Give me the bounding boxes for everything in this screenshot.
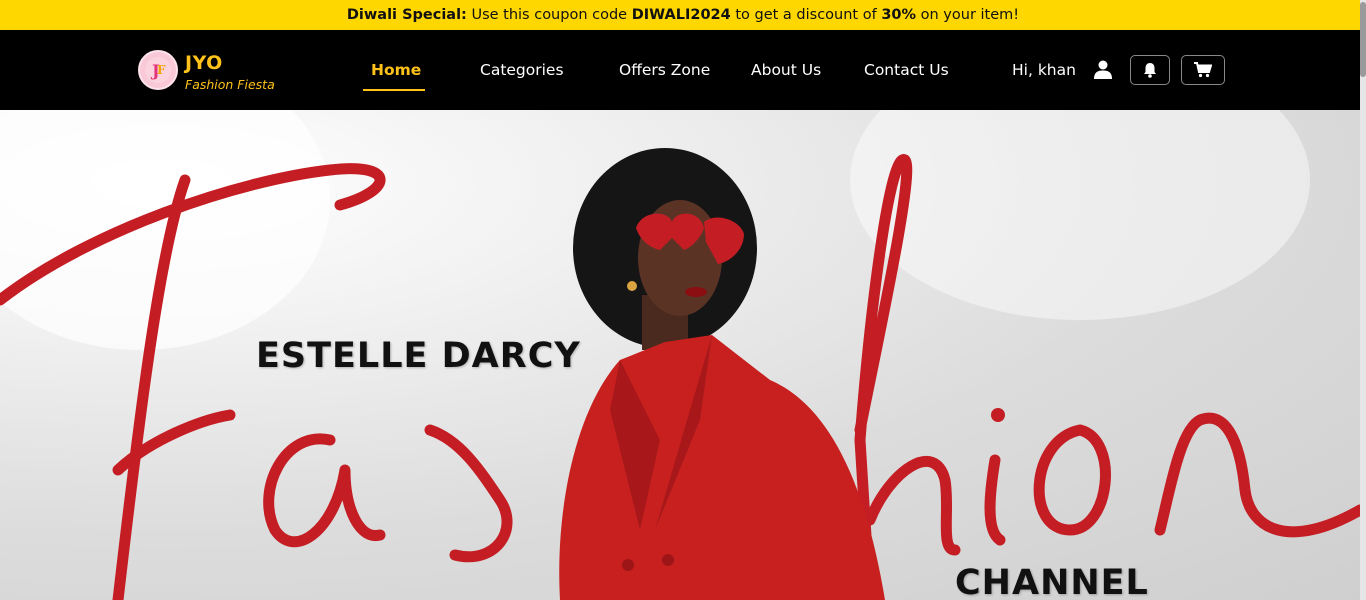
user-icon[interactable] [1094, 60, 1112, 80]
nav-contact-us[interactable]: Contact Us [864, 61, 949, 79]
promo-text-2: to get a discount of [730, 7, 882, 23]
hero-footer-text: CHANNEL [955, 563, 1149, 600]
brand-logo-icon: J F [145, 57, 171, 83]
hero-banner: ESTELLE DARCY CHANNEL [0, 110, 1360, 600]
brand-name[interactable]: JYO [185, 52, 223, 74]
bell-icon [1144, 63, 1156, 78]
navbar: J F JYO Fashion Fiesta Home Categories O… [0, 30, 1366, 110]
promo-code: DIWALI2024 [631, 7, 731, 23]
user-greeting: Hi, khan [1012, 61, 1076, 79]
cart-icon [1194, 62, 1212, 78]
promo-discount: 30% [881, 7, 917, 23]
svg-text:F: F [157, 63, 166, 77]
nav-about-us[interactable]: About Us [751, 61, 821, 79]
promo-text-3: on your item! [916, 7, 1020, 23]
nav-home-underline [363, 89, 425, 91]
hero-headline: ESTELLE DARCY [256, 336, 581, 376]
promo-label: Diwali Special: [346, 7, 467, 23]
page-scrollbar[interactable] [1360, 0, 1366, 600]
promo-banner: Diwali Special: Use this coupon code DIW… [0, 0, 1366, 30]
notifications-button[interactable] [1130, 55, 1170, 85]
page-scrollbar-thumb[interactable] [1360, 2, 1366, 77]
nav-offers-zone[interactable]: Offers Zone [619, 61, 710, 79]
nav-home[interactable]: Home [371, 61, 421, 79]
nav-categories[interactable]: Categories [480, 61, 564, 79]
model-figure [559, 148, 885, 600]
brand-logo[interactable]: J F [138, 50, 178, 90]
brand-tagline: Fashion Fiesta [185, 77, 275, 92]
cart-button[interactable] [1181, 55, 1225, 85]
hero-artwork [0, 110, 1360, 600]
promo-text-1: Use this coupon code [466, 7, 632, 23]
